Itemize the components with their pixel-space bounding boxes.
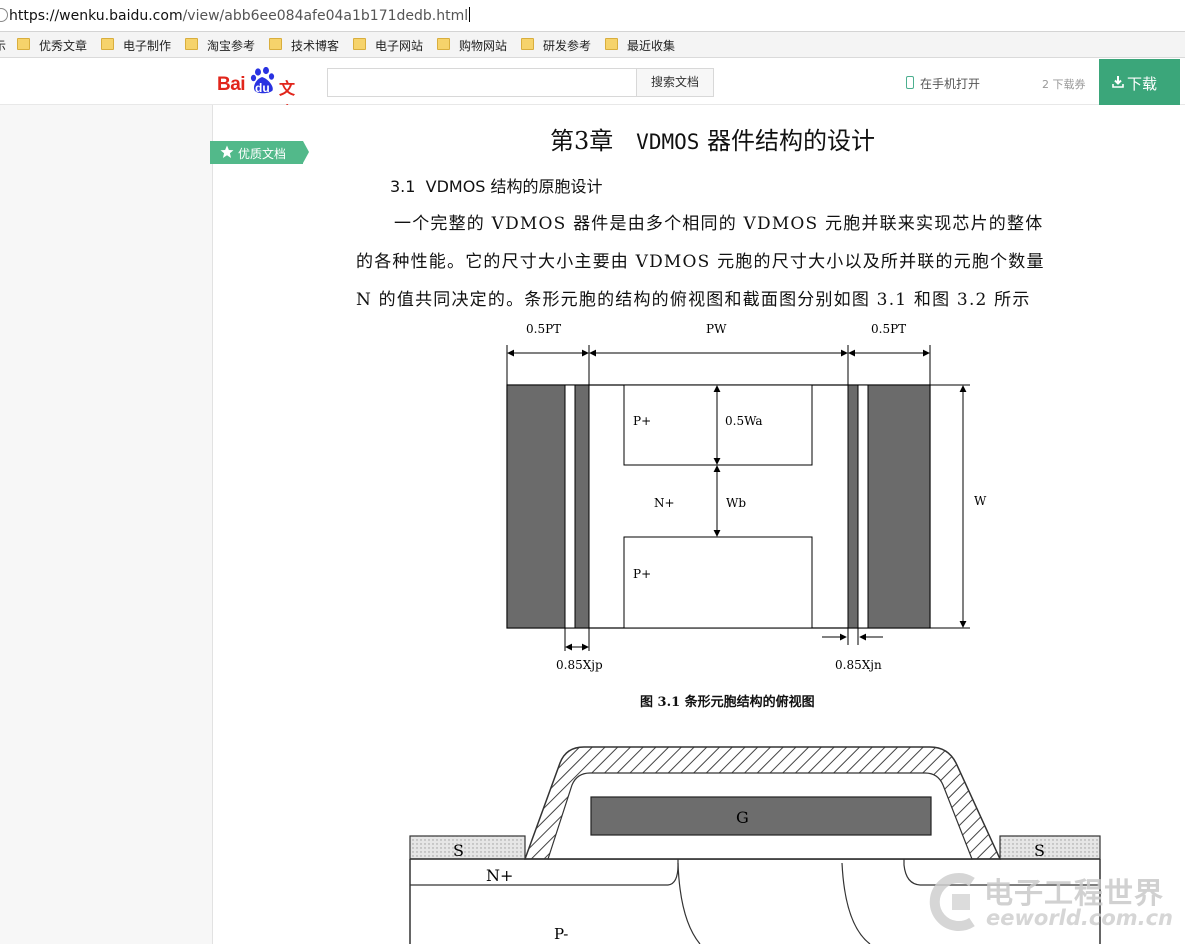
- folder-icon: [521, 38, 534, 50]
- folder-icon: [605, 38, 618, 50]
- label-xjn: 0.85Xjn: [835, 658, 882, 672]
- address-bar[interactable]: https://wenku.baidu.com/view/abb6ee084af…: [0, 0, 1185, 32]
- label-half-pt-right: 0.5PT: [871, 322, 906, 336]
- figure-3-1-top-view: 0.5PT PW 0.5PT W P+ 0.5Wa N+ Wb P+ 0.85X…: [506, 322, 987, 672]
- eeworld-watermark: 电子工程世界 eeworld.com.cn: [928, 868, 1180, 938]
- quality-doc-label: 优质文档: [238, 147, 287, 161]
- label-p-top: P+: [633, 414, 651, 428]
- left-sidebar: [0, 105, 213, 944]
- bookmark-label: 淘宝参考: [207, 39, 256, 53]
- bookmarks-bar: 示 优秀文章 电子制作 淘宝参考 技术博客 电子网站 购物网站 研发参考 最近收…: [0, 32, 1185, 58]
- section-title: 3.1 VDMOS 结构的原胞设计: [390, 173, 603, 197]
- folder-icon: [269, 38, 282, 50]
- logo-bai-text: Bai: [217, 74, 246, 95]
- label-half-pt-left: 0.5PT: [526, 322, 561, 336]
- download-icon: [1112, 76, 1124, 88]
- folder-icon: [185, 38, 198, 50]
- chapter-name-mono: VDMOS: [636, 130, 700, 154]
- browser-window: https://wenku.baidu.com/view/abb6ee084af…: [0, 0, 1185, 944]
- url-host: https://wenku.baidu.com: [9, 8, 183, 24]
- download-label: 下载: [1127, 75, 1158, 93]
- folder-icon: [17, 38, 30, 50]
- paragraph-line: 的各种性能。它的尺寸大小主要由 VDMOS 元胞的尺寸大小以及所并联的元胞个数量: [356, 252, 1045, 272]
- label-xjp: 0.85Xjp: [556, 658, 603, 672]
- section-rest: 结构的原胞设计: [490, 177, 603, 196]
- folder-icon: [353, 38, 366, 50]
- bookmark-label: 最近收集: [627, 39, 676, 53]
- figure-3-1-caption: 图 3.1 条形元胞结构的俯视图: [640, 695, 815, 710]
- label-wb: Wb: [726, 496, 746, 510]
- bookmark-edge[interactable]: 示: [0, 37, 6, 53]
- site-header: Bai du 文库 搜索文档 在手机打开 2 下载券 下载: [0, 59, 1185, 122]
- chapter-title: 第3章 VDMOS 器件结构的设计: [550, 121, 875, 156]
- label-half-wa: 0.5Wa: [725, 414, 763, 428]
- section-mono: VDMOS: [425, 177, 486, 196]
- bookmark-label: 研发参考: [543, 39, 592, 53]
- bookmark-edge-label: 示: [0, 39, 7, 53]
- paragraph-line: 一个完整的 VDMOS 器件是由多个相同的 VDMOS 元胞并联来实现芯片的整体: [394, 214, 1044, 234]
- bookmark-label: 优秀文章: [39, 39, 88, 53]
- label-p-bottom: P+: [633, 567, 651, 581]
- site-info-icon[interactable]: [0, 8, 8, 22]
- section-number: 3.1: [390, 177, 416, 196]
- logo-du-text: du: [255, 81, 270, 95]
- search-button[interactable]: 搜索文档: [636, 68, 714, 97]
- phone-icon: [906, 76, 914, 89]
- label-s-left: S: [453, 841, 464, 860]
- bookmark-label: 电子网站: [375, 39, 424, 53]
- download-coupon-count: 2 下载券: [1042, 78, 1086, 91]
- folder-icon: [437, 38, 450, 50]
- bookmark-label: 技术博客: [291, 39, 340, 53]
- chapter-name-rest: 器件结构的设计: [707, 127, 876, 155]
- text-caret: [469, 7, 471, 22]
- bookmark-label: 电子制作: [123, 39, 172, 53]
- label-pw: PW: [706, 322, 727, 336]
- label-n-plus: N+: [654, 496, 675, 510]
- star-icon: [220, 145, 234, 158]
- quality-doc-badge: 优质文档: [210, 141, 309, 164]
- download-button[interactable]: 下载: [1099, 59, 1180, 105]
- bookmark-label: 购物网站: [459, 39, 508, 53]
- watermark-en-text: eeworld.com.cn: [986, 906, 1174, 930]
- url-text[interactable]: https://wenku.baidu.com/view/abb6ee084af…: [9, 7, 471, 24]
- label-g: G: [736, 808, 749, 827]
- eeworld-logo-icon: [929, 873, 975, 931]
- label-s-right: S: [1034, 841, 1045, 860]
- label-p-minus: P-: [554, 925, 568, 943]
- label-n-plus-fig2: N+: [486, 866, 513, 885]
- paragraph-line: N 的值共同决定的。条形元胞的结构的俯视图和截面图分别如图 3.1 和图 3.2…: [356, 290, 1031, 310]
- search-input[interactable]: [327, 68, 636, 97]
- open-on-phone-label: 在手机打开: [920, 77, 981, 91]
- chapter-prefix: 第3章: [550, 127, 614, 155]
- folder-icon: [101, 38, 114, 50]
- label-w: W: [974, 494, 987, 508]
- url-path: /view/abb6ee084afe04a1b171dedb.html: [182, 8, 469, 24]
